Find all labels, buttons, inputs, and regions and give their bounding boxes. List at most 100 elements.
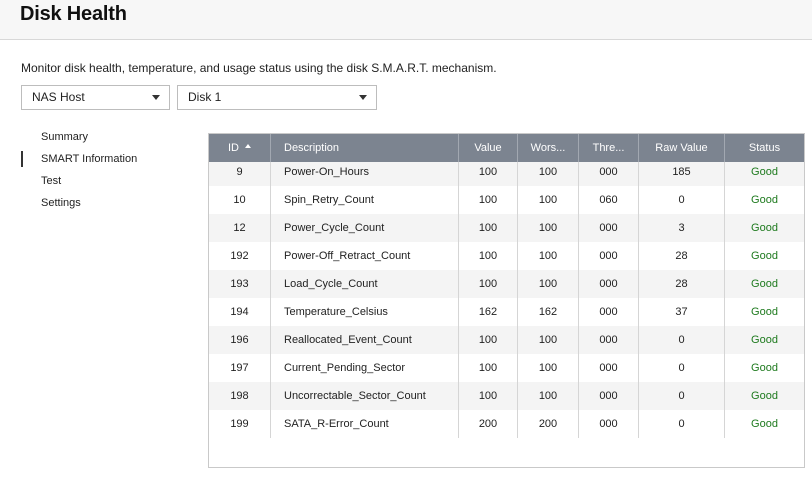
cell-id: 199 [209,410,271,438]
cell-id: 193 [209,270,271,298]
sort-ascending-icon [245,144,251,148]
chevron-down-icon [152,95,160,100]
cell-status: Good [751,166,778,178]
cell-value: 100 [459,186,518,214]
cell-raw-value: 0 [639,326,725,354]
cell-description: Power_Cycle_Count [271,214,459,242]
cell-worst: 100 [518,354,579,382]
cell-threshold: 060 [579,186,639,214]
cell-status: Good [751,334,778,346]
chevron-down-icon [359,95,367,100]
table-row[interactable]: 192 Power-Off_Retract_Count 100 100 000 28 Goo… [209,242,804,270]
cell-value: 100 [459,326,518,354]
cell-description: Reallocated_Event_Count [271,326,459,354]
table-row[interactable]: 12 Power_Cycle_Count 100 100 000 3 Good [209,214,804,242]
cell-id: 192 [209,242,271,270]
cell-threshold: 000 [579,214,639,242]
cell-worst: 100 [518,214,579,242]
cell-raw-value: 3 [639,214,725,242]
cell-raw-value: 37 [639,298,725,326]
table-header: ID Description Value Wors... Thre... Raw… [209,134,804,162]
cell-worst: 100 [518,162,579,186]
host-select-value: NAS Host [32,90,85,104]
column-header-id[interactable]: ID [209,134,271,162]
table-row[interactable]: 197 Current_Pending_Sector 100 100 000 0 Good [209,354,804,382]
cell-worst: 100 [518,270,579,298]
cell-raw-value: 185 [639,162,725,186]
cell-description: Spin_Retry_Count [271,186,459,214]
table-row[interactable]: 194 Temperature_Celsius 162 162 000 37 Good [209,298,804,326]
disk-select[interactable]: Disk 1 [177,85,377,110]
table-row[interactable]: 199 SATA_R-Error_Count 200 200 000 0 Good [209,410,804,438]
cell-value: 100 [459,242,518,270]
cell-threshold: 000 [579,242,639,270]
column-header-value[interactable]: Value [459,134,518,162]
nav-item-label: Summary [41,131,89,143]
cell-description: Power-On_Hours [271,162,459,186]
nav-item-smart-information[interactable]: SMART Information [21,148,201,170]
table-body: 9 Power-On_Hours 100 100 000 185 Good 10 Spin_Re… [209,162,804,438]
cell-id: 9 [209,162,271,186]
page-title: Disk Health [20,3,127,25]
column-header-raw-value[interactable]: Raw Value [639,134,725,162]
cell-worst: 200 [518,410,579,438]
column-header-status[interactable]: Status [725,134,804,162]
cell-raw-value: 0 [639,186,725,214]
host-select[interactable]: NAS Host [21,85,170,110]
table-row[interactable]: 198 Uncorrectable_Sector_Count 100 100 000 0 G… [209,382,804,410]
cell-threshold: 000 [579,410,639,438]
cell-id: 198 [209,382,271,410]
cell-description: Uncorrectable_Sector_Count [271,382,459,410]
cell-value: 100 [459,214,518,242]
cell-description: Current_Pending_Sector [271,354,459,382]
cell-description: Power-Off_Retract_Count [271,242,459,270]
page-header: Disk Health [0,0,812,40]
cell-threshold: 000 [579,382,639,410]
cell-worst: 162 [518,298,579,326]
disk-select-value: Disk 1 [188,90,222,104]
cell-threshold: 000 [579,298,639,326]
cell-worst: 100 [518,242,579,270]
nav-item-settings[interactable]: Settings [21,192,201,214]
cell-id: 10 [209,186,271,214]
cell-worst: 100 [518,186,579,214]
cell-description: Temperature_Celsius [271,298,459,326]
side-nav: Summary SMART Information Test Settings [21,126,201,214]
column-header-description[interactable]: Description [271,134,459,162]
smart-table: ID Description Value Wors... Thre... Raw… [208,133,805,468]
cell-id: 196 [209,326,271,354]
column-header-threshold[interactable]: Thre... [579,134,639,162]
cell-value: 100 [459,382,518,410]
cell-threshold: 000 [579,354,639,382]
table-row[interactable]: 10 Spin_Retry_Count 100 100 060 0 Good [209,186,804,214]
nav-item-label: SMART Information [41,153,138,165]
table-row[interactable]: 196 Reallocated_Event_Count 100 100 000 0 Good [209,326,804,354]
cell-status: Good [751,222,778,234]
cell-worst: 100 [518,382,579,410]
cell-threshold: 000 [579,162,639,186]
cell-status: Good [751,362,778,374]
cell-raw-value: 28 [639,242,725,270]
table-row[interactable]: 193 Load_Cycle_Count 100 100 000 28 Good [209,270,804,298]
cell-description: Load_Cycle_Count [271,270,459,298]
cell-id: 12 [209,214,271,242]
table-row[interactable]: 9 Power-On_Hours 100 100 000 185 Good [209,162,804,186]
cell-status: Good [751,250,778,262]
column-header-worst[interactable]: Wors... [518,134,579,162]
nav-item-test[interactable]: Test [21,170,201,192]
cell-value: 100 [459,270,518,298]
cell-raw-value: 0 [639,410,725,438]
cell-worst: 100 [518,326,579,354]
cell-id: 194 [209,298,271,326]
cell-value: 162 [459,298,518,326]
cell-status: Good [751,278,778,290]
cell-raw-value: 0 [639,382,725,410]
cell-id: 197 [209,354,271,382]
cell-description: SATA_R-Error_Count [271,410,459,438]
nav-item-label: Settings [41,197,81,209]
nav-item-summary[interactable]: Summary [21,126,201,148]
cell-raw-value: 28 [639,270,725,298]
cell-value: 200 [459,410,518,438]
cell-status: Good [751,390,778,402]
cell-value: 100 [459,354,518,382]
